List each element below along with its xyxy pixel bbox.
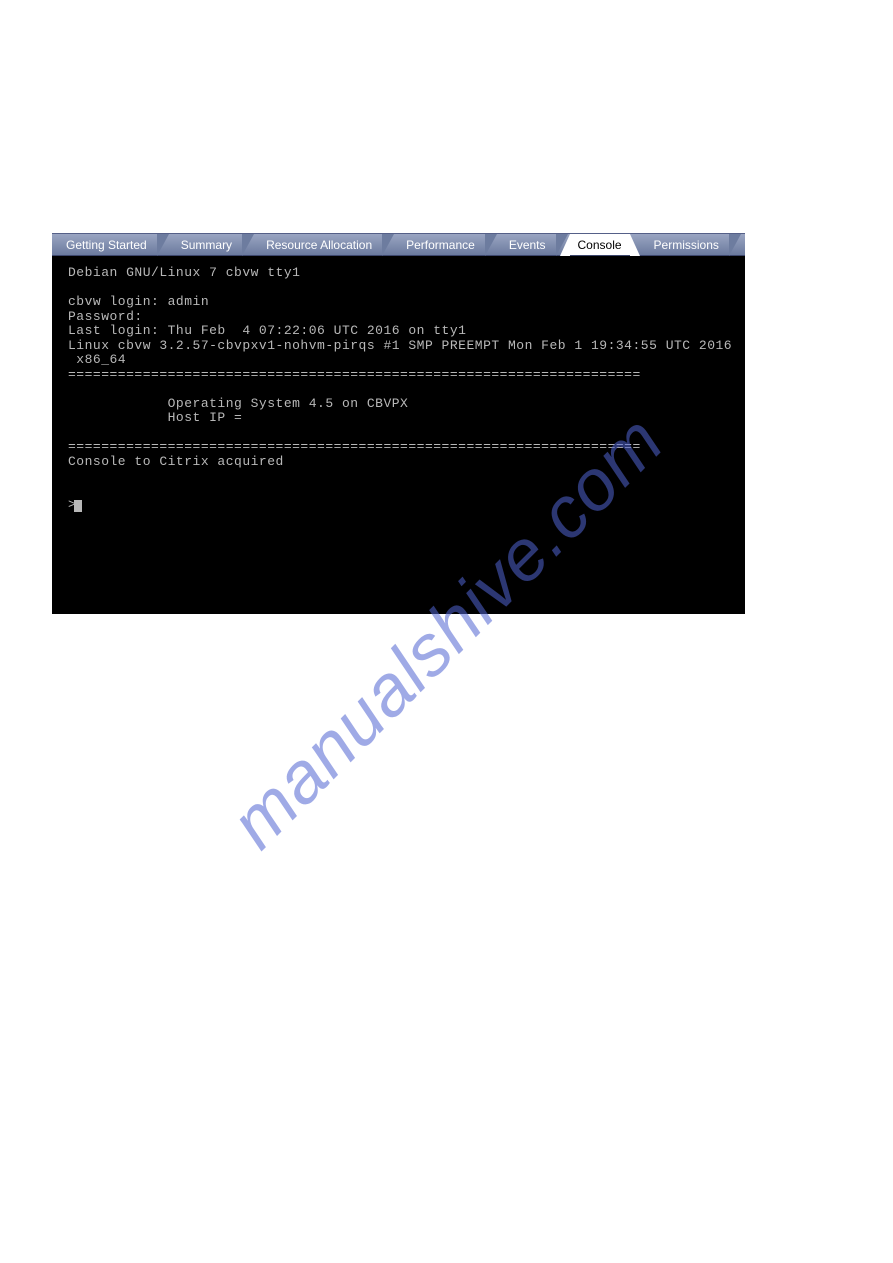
console-host-line: Host IP = (68, 410, 242, 425)
tab-label: Summary (181, 238, 232, 252)
console-acquired: Console to Citrix acquired (68, 454, 284, 469)
tab-summary[interactable]: Summary (171, 234, 242, 255)
console-terminal[interactable]: Debian GNU/Linux 7 cbvw tty1 cbvw login:… (52, 256, 745, 614)
tab-events[interactable]: Events (499, 234, 556, 255)
tab-resource-allocation[interactable]: Resource Allocation (256, 234, 382, 255)
tab-getting-started[interactable]: Getting Started (56, 234, 157, 255)
console-kernel: Linux cbvw 3.2.57-cbvpxv1-nohvm-pirqs #1… (68, 338, 732, 353)
tab-label: Performance (406, 238, 475, 252)
console-login-prompt: cbvw login: admin (68, 294, 209, 309)
tab-console[interactable]: Console (570, 234, 630, 255)
console-banner: Debian GNU/Linux 7 cbvw tty1 (68, 265, 300, 280)
console-last-login: Last login: Thu Feb 4 07:22:06 UTC 2016 … (68, 323, 466, 338)
console-sep: ========================================… (68, 367, 641, 382)
console-arch: x86_64 (68, 352, 126, 367)
tab-label: Permissions (654, 238, 719, 252)
vm-panel: Getting Started Summary Resource Allocat… (52, 233, 745, 615)
console-password-prompt: Password: (68, 309, 143, 324)
tab-bar: Getting Started Summary Resource Allocat… (52, 233, 745, 256)
console-sep: ========================================… (68, 439, 641, 454)
tab-performance[interactable]: Performance (396, 234, 485, 255)
console-os-line: Operating System 4.5 on CBVPX (68, 396, 408, 411)
tab-label: Events (509, 238, 546, 252)
tab-permissions[interactable]: Permissions (644, 234, 729, 255)
tab-label: Console (578, 238, 622, 252)
tab-label: Resource Allocation (266, 238, 372, 252)
tab-label: Getting Started (66, 238, 147, 252)
cursor-icon (74, 500, 82, 512)
